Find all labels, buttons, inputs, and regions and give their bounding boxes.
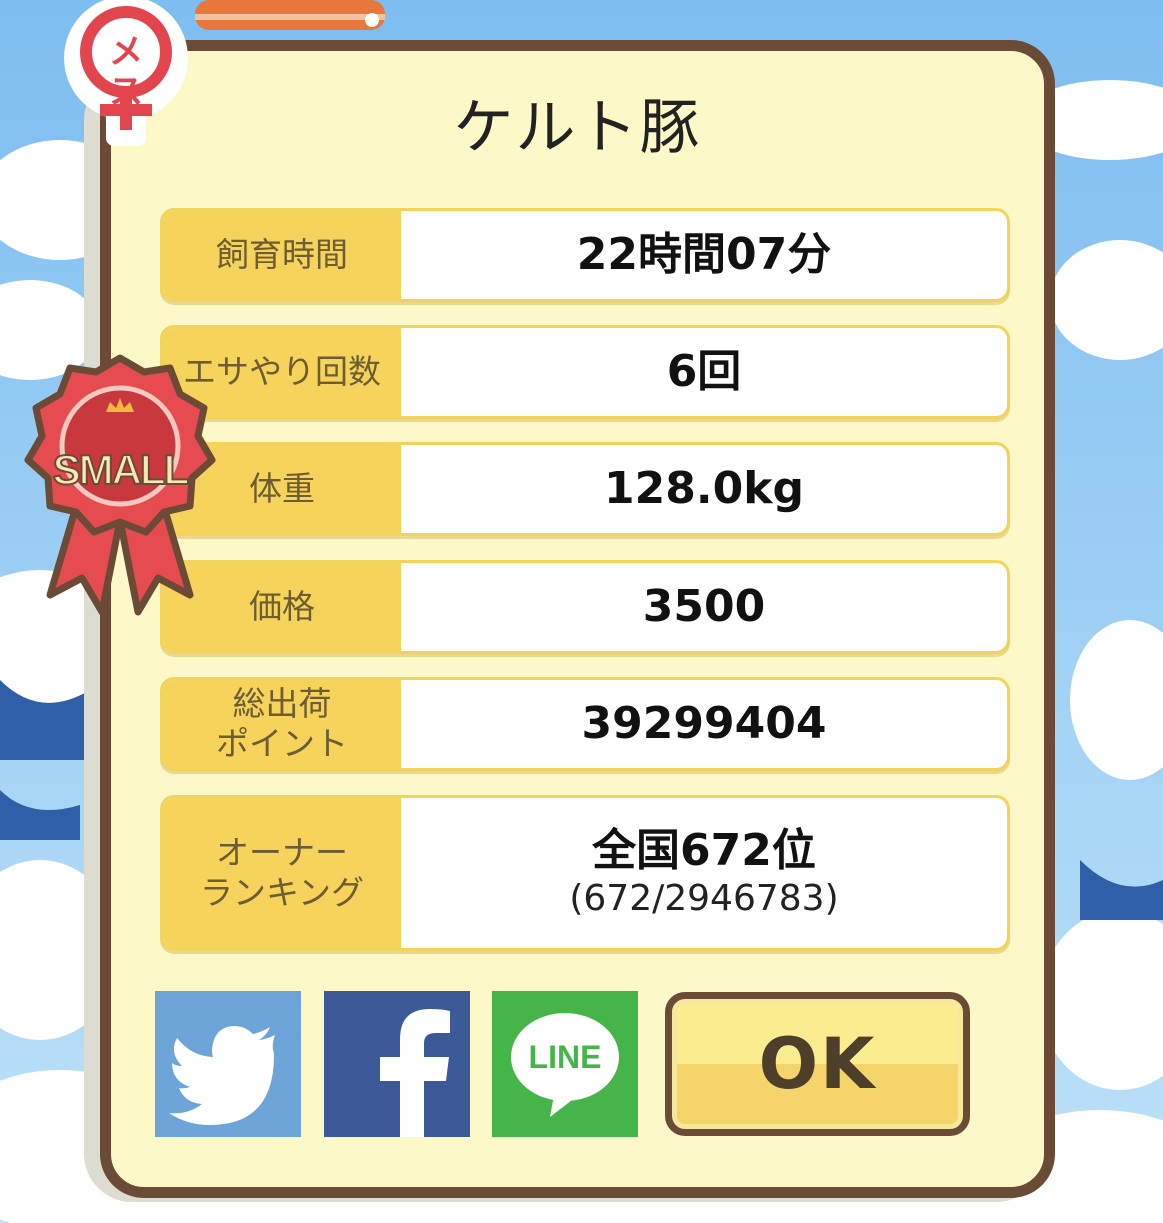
stat-label: 総出荷 ポイント — [163, 680, 401, 768]
stat-label: オーナー ランキング — [163, 798, 401, 948]
stat-row-owner-ranking: オーナー ランキング 全国672位 (672/2946783) — [160, 795, 1010, 951]
size-ribbon: SMALL — [20, 350, 220, 620]
twitter-icon — [169, 1026, 275, 1125]
stat-row-price: 価格 3500 — [160, 560, 1010, 654]
stat-row-feed-count: エサやり回数 6回 — [160, 325, 1010, 419]
twitter-share-button[interactable] — [155, 991, 301, 1137]
stat-row-weight: 体重 128.0kg — [160, 442, 1010, 536]
line-share-button[interactable]: LINE — [492, 991, 638, 1137]
ok-button[interactable]: OK — [665, 992, 970, 1136]
facebook-icon — [380, 1009, 450, 1137]
stat-row-shipment-points: 総出荷 ポイント 39299404 — [160, 677, 1010, 771]
stat-value: 全国672位 — [592, 825, 816, 876]
stat-value: 128.0kg — [604, 463, 804, 514]
stat-value: 22時間07分 — [576, 229, 832, 280]
pig-name-title: ケルト豚 — [453, 93, 702, 163]
stat-value: 39299404 — [581, 698, 827, 749]
stat-sub-value: (672/2946783) — [569, 878, 839, 919]
stat-row-breeding-time: 飼育時間 22時間07分 — [160, 208, 1010, 302]
facebook-share-button[interactable] — [324, 991, 470, 1137]
stat-value: 6回 — [666, 346, 742, 397]
stat-label: 飼育時間 — [163, 211, 401, 299]
stat-value: 3500 — [642, 581, 766, 632]
size-ribbon-label: SMALL — [52, 445, 191, 494]
line-label: LINE — [528, 1039, 602, 1075]
